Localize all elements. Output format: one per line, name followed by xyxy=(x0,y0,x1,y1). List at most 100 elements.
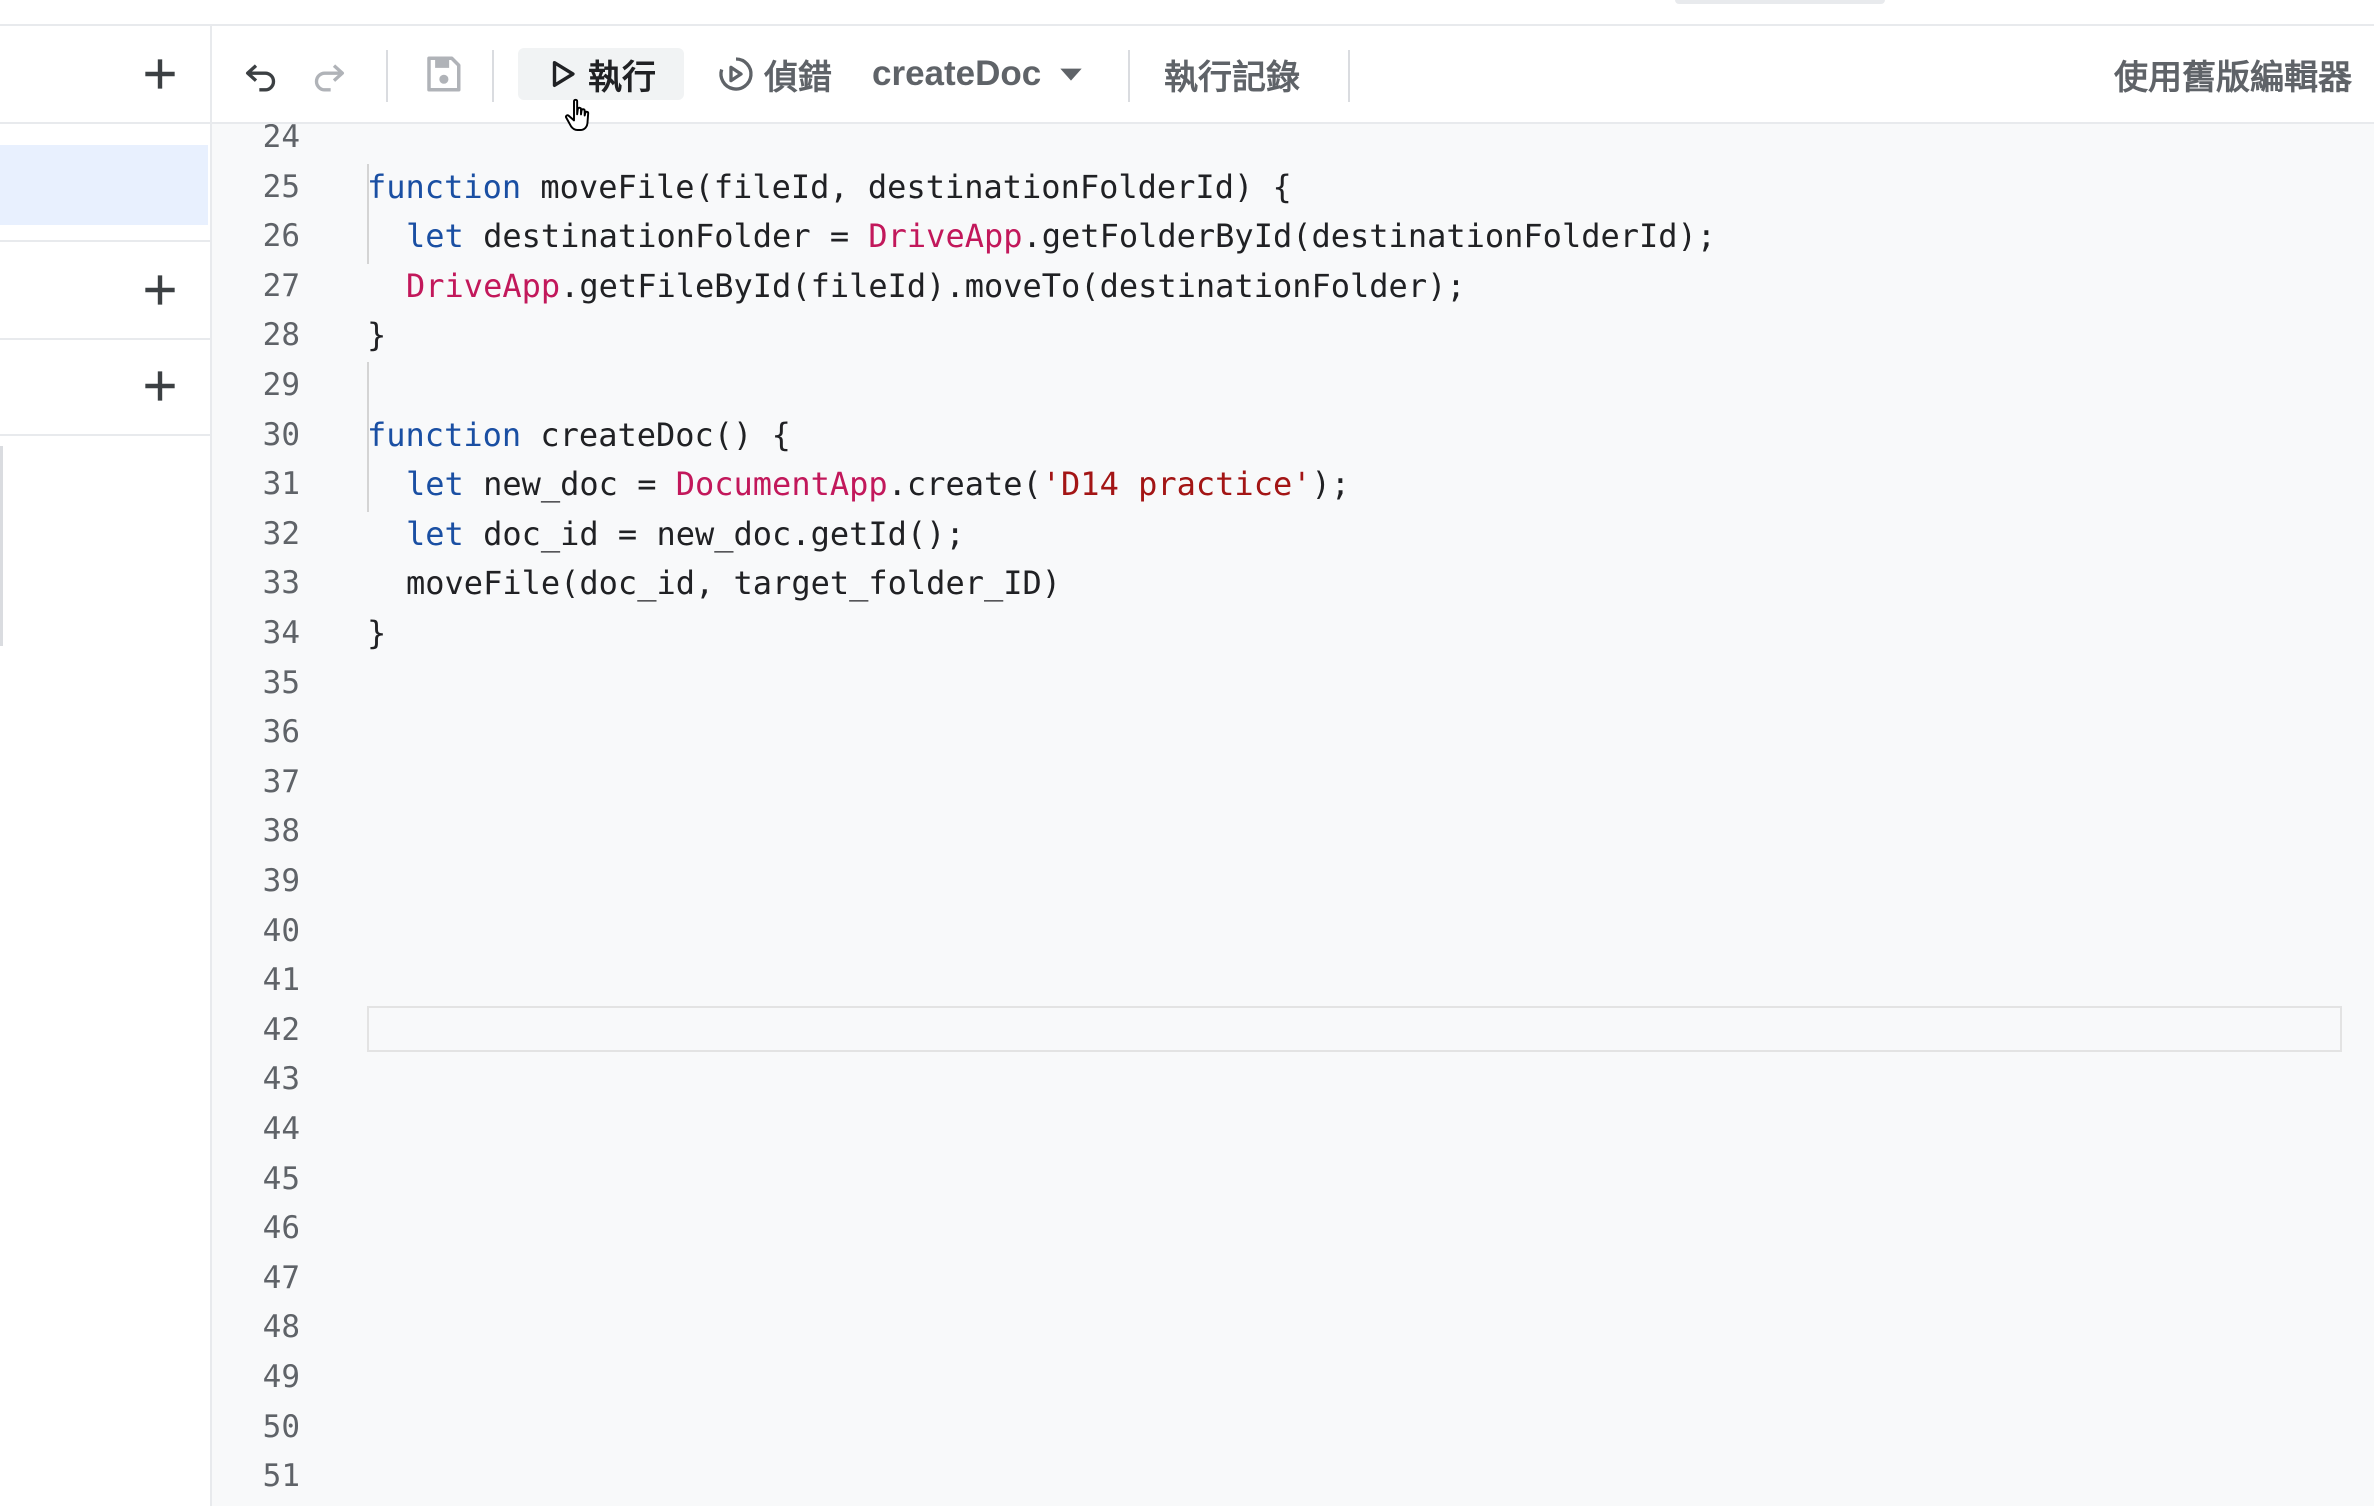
editor-toolbar: 執行 偵錯 createDoc 執行記錄 使用舊版編輯器 xyxy=(212,26,2374,124)
save-icon xyxy=(427,56,461,92)
execution-log-button[interactable]: 執行記錄 xyxy=(1152,48,1312,100)
toolbar-divider xyxy=(1128,50,1130,102)
line-number: 26 xyxy=(262,218,300,255)
keyword-token: let xyxy=(406,217,464,256)
code-line[interactable]: 39 xyxy=(212,856,2342,906)
code-line[interactable]: 29 xyxy=(212,360,2342,410)
undo-button[interactable] xyxy=(234,48,288,100)
sidebar-selected-file[interactable] xyxy=(0,145,208,225)
code-line[interactable]: 35 xyxy=(212,658,2342,708)
class-token: DocumentApp xyxy=(675,465,888,504)
sidebar-services-header xyxy=(0,338,210,436)
string-token: 'D14 practice' xyxy=(1041,465,1312,504)
redo-button[interactable] xyxy=(302,48,356,100)
code-line[interactable]: 33 moveFile(doc_id, target_folder_ID) xyxy=(212,558,2342,608)
play-icon xyxy=(552,60,575,88)
sidebar-files-header xyxy=(0,26,210,124)
add-library-button[interactable] xyxy=(136,266,184,314)
code-line[interactable]: 41 xyxy=(212,955,2342,1005)
code-line[interactable]: 48 xyxy=(212,1302,2342,1352)
add-service-button[interactable] xyxy=(136,362,184,410)
line-number: 27 xyxy=(262,267,300,304)
toolbar-divider xyxy=(386,50,388,102)
line-number: 41 xyxy=(262,962,300,999)
code-text: } xyxy=(367,310,386,360)
line-number: 47 xyxy=(262,1259,300,1296)
keyword-token: let xyxy=(406,465,464,504)
plus-icon xyxy=(145,59,175,89)
line-number: 48 xyxy=(262,1309,300,1346)
code-token: new_doc = xyxy=(463,465,676,504)
code-line[interactable]: 42 xyxy=(212,1005,2342,1055)
line-number: 38 xyxy=(262,813,300,850)
code-line[interactable]: 34} xyxy=(212,608,2342,658)
plus-icon xyxy=(145,371,175,401)
top-strip xyxy=(0,0,2374,26)
line-number: 37 xyxy=(262,763,300,800)
legacy-editor-button[interactable]: 使用舊版編輯器 xyxy=(2092,48,2352,100)
code-line[interactable]: 32 let doc_id = new_doc.getId(); xyxy=(212,509,2342,559)
legacy-editor-label: 使用舊版編輯器 xyxy=(2114,58,2352,97)
toolbar-divider xyxy=(1348,50,1350,102)
line-number: 45 xyxy=(262,1160,300,1197)
debug-icon xyxy=(719,57,753,91)
line-number: 44 xyxy=(262,1111,300,1147)
code-line[interactable]: 46 xyxy=(212,1203,2342,1253)
sidebar-edge-mark xyxy=(0,446,3,646)
code-line[interactable]: 37 xyxy=(212,757,2342,807)
code-line[interactable]: 47 xyxy=(212,1253,2342,1303)
code-line[interactable]: 31 let new_doc = DocumentApp.create('D14 … xyxy=(212,459,2342,509)
line-number: 32 xyxy=(262,515,300,552)
code-line[interactable]: 30 function createDoc() { xyxy=(212,410,2342,460)
function-select[interactable]: createDoc xyxy=(872,48,1112,100)
line-number: 30 xyxy=(262,416,300,453)
code-line[interactable]: 26 let destinationFolder = DriveApp.getFo… xyxy=(212,211,2342,261)
line-number: 40 xyxy=(262,912,300,949)
code-line[interactable]: 27 DriveApp.getFileById(fileId).moveTo(de… xyxy=(212,261,2342,311)
code-token: doc_id = new_doc.getId(); xyxy=(463,514,965,553)
line-number: 36 xyxy=(262,714,300,751)
line-number: 31 xyxy=(262,466,300,503)
line-number: 24 xyxy=(262,124,300,155)
line-number: 43 xyxy=(262,1061,300,1098)
code-text: function moveFile(fileId, destinationFol… xyxy=(367,162,1292,212)
code-line[interactable]: 43 xyxy=(212,1054,2342,1104)
class-token: DriveApp xyxy=(406,266,561,305)
code-line[interactable]: 49 xyxy=(212,1352,2342,1402)
code-line[interactable]: 45 xyxy=(212,1154,2342,1204)
code-editor[interactable]: 24 25 function moveFile(fileId, destinatio… xyxy=(212,124,2374,1506)
hand-cursor-icon xyxy=(565,98,590,131)
code-text: } xyxy=(367,608,386,658)
code-line[interactable]: 36 xyxy=(212,707,2342,757)
code-line[interactable]: 40 xyxy=(212,906,2342,956)
execution-log-label: 執行記錄 xyxy=(1164,58,1300,97)
save-button[interactable] xyxy=(414,48,472,100)
caret-down-icon xyxy=(1060,68,1082,81)
code-text: let doc_id = new_doc.getId(); xyxy=(406,509,965,559)
add-file-button[interactable] xyxy=(136,50,184,98)
line-number: 49 xyxy=(262,1359,300,1395)
code-token: .create( xyxy=(887,465,1042,504)
code-token: .getFileById(fileId).moveTo(destinationF… xyxy=(560,266,1466,305)
code-token: moveFile(doc_id, target_folder_ID) xyxy=(406,564,1062,603)
keyword-token: function xyxy=(367,167,522,206)
plus-icon xyxy=(145,275,175,305)
code-line[interactable]: 24 xyxy=(212,124,2342,162)
keyword-token: function xyxy=(367,415,522,454)
debug-button[interactable]: 偵錯 xyxy=(704,48,844,100)
debug-label: 偵錯 xyxy=(764,58,832,97)
code-token: createDoc() { xyxy=(521,415,791,454)
code-line[interactable]: 51 xyxy=(212,1451,2342,1501)
code-line[interactable]: 50 xyxy=(212,1402,2342,1452)
sidebar-libraries-header xyxy=(0,240,210,340)
run-button[interactable]: 執行 xyxy=(518,48,684,100)
code-text: function createDoc() { xyxy=(367,410,791,460)
code-text: moveFile(doc_id, target_folder_ID) xyxy=(406,558,1061,608)
code-line[interactable]: 25 function moveFile(fileId, destinationF… xyxy=(212,162,2342,212)
code-line[interactable]: 44 xyxy=(212,1104,2342,1154)
code-line[interactable]: 28} xyxy=(212,310,2342,360)
redo-icon xyxy=(314,64,344,92)
line-number: 33 xyxy=(262,565,300,602)
line-number: 28 xyxy=(262,317,300,354)
code-line[interactable]: 38 xyxy=(212,806,2342,856)
